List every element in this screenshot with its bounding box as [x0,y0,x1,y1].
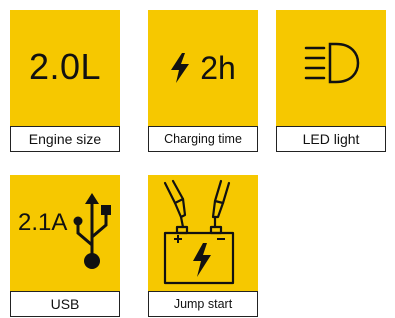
battery-clamps-icon [163,179,235,285]
usb-icon [73,193,111,269]
jump-start-badge [148,175,258,291]
feature-tile-jump-start: Jump start [148,175,258,317]
engine-size-label: Engine size [10,126,120,152]
led-light-label: LED light [276,126,386,152]
feature-tile-usb: 2.1A USB [10,175,120,317]
usb-label: USB [10,291,120,317]
usb-badge: 2.1A [10,175,120,291]
feature-tile-charging-time: 2h Charging time [148,10,258,152]
charging-time-badge: 2h [148,10,258,126]
jump-start-label: Jump start [148,291,258,317]
feature-tile-engine-size: 2.0L Engine size [10,10,120,152]
charging-time-label: Charging time [148,126,258,152]
usb-current-value: 2.1A [18,209,68,236]
headlight-icon [304,42,360,84]
feature-tile-led-light: LED light [276,10,386,152]
charging-time-value: 2h [200,49,236,86]
led-light-badge [276,10,386,126]
engine-size-badge: 2.0L [10,10,120,126]
lightning-bolt-icon [171,53,190,83]
engine-size-value: 2.0L [28,46,102,87]
